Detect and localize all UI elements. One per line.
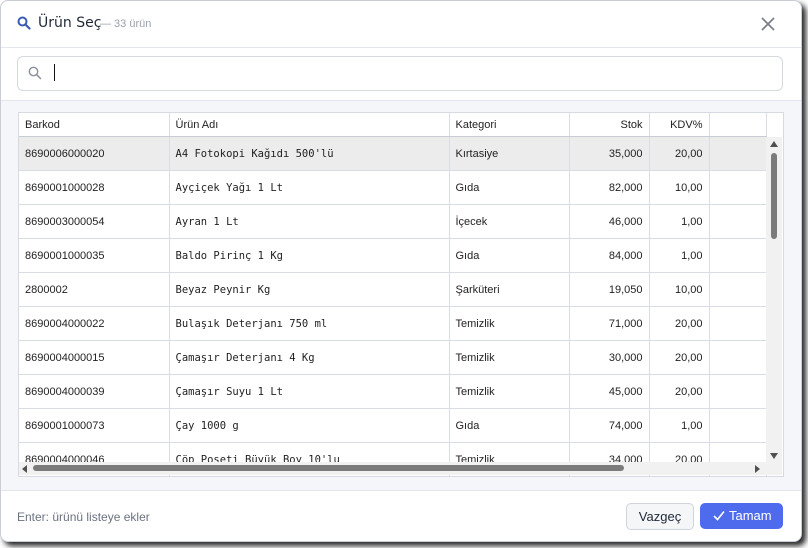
scroll-up-arrow-icon[interactable] bbox=[770, 141, 778, 147]
ok-button-label: Tamam bbox=[729, 508, 772, 523]
cell-filler bbox=[709, 170, 767, 205]
cell-vat: 1,00 bbox=[649, 204, 710, 239]
cell-product-name: Ayran 1 Lt bbox=[169, 204, 450, 239]
column-header-filler bbox=[709, 113, 767, 137]
cell-barcode: 8690003000054 bbox=[19, 204, 170, 239]
table-row[interactable]: 8690001000073 Çay 1000 g Gıda 74,000 1,00 bbox=[19, 408, 767, 443]
cell-barcode: 8690004000022 bbox=[19, 306, 170, 341]
dialog-title: Ürün Seç bbox=[38, 15, 102, 31]
table-header-row: Barkod Ürün Adı Kategori Stok KDV% bbox=[19, 113, 767, 137]
cell-stock: 84,000 bbox=[569, 238, 650, 273]
scroll-left-arrow-icon[interactable] bbox=[22, 465, 27, 473]
search-icon bbox=[28, 66, 42, 80]
horizontal-scroll-thumb[interactable] bbox=[33, 465, 624, 471]
product-count: — 33 ürün bbox=[100, 18, 152, 30]
cell-category: Gıda bbox=[449, 170, 570, 205]
scroll-down-arrow-icon[interactable] bbox=[770, 453, 778, 459]
column-header-stock[interactable]: Stok bbox=[569, 113, 650, 137]
cell-product-name: A4 Fotokopi Kağıdı 500'lü bbox=[169, 136, 450, 171]
cell-stock: 74,000 bbox=[569, 408, 650, 443]
cell-product-name: Baldo Pirinç 1 Kg bbox=[169, 238, 450, 273]
table-row[interactable]: 8690006000020 A4 Fotokopi Kağıdı 500'lü Kı… bbox=[19, 136, 767, 171]
product-grid[interactable]: Barkod Ürün Adı Kategori Stok KDV% 86900… bbox=[18, 112, 784, 477]
cell-filler bbox=[709, 272, 767, 307]
cell-barcode: 2800002 bbox=[19, 272, 170, 307]
cell-vat: 20,00 bbox=[649, 136, 710, 171]
column-header-barcode[interactable]: Barkod bbox=[19, 113, 170, 137]
cell-stock: 45,000 bbox=[569, 374, 650, 409]
cell-filler bbox=[709, 136, 767, 171]
cell-filler bbox=[709, 374, 767, 409]
cell-filler bbox=[709, 306, 767, 341]
keyboard-hint: Enter: ürünü listeye ekler bbox=[17, 510, 150, 524]
cell-category: Kırtasiye bbox=[449, 136, 570, 171]
cell-stock: 71,000 bbox=[569, 306, 650, 341]
cell-barcode: 8690001000035 bbox=[19, 238, 170, 273]
cell-filler bbox=[709, 408, 767, 443]
column-header-vat[interactable]: KDV% bbox=[649, 113, 710, 137]
cell-product-name: Çay 1000 g bbox=[169, 408, 450, 443]
search-box bbox=[17, 56, 783, 91]
product-select-dialog: Ürün Seç — 33 ürün Barkod Ürün Adı Kateg… bbox=[0, 0, 802, 542]
cell-product-name: Ayçiçek Yağı 1 Lt bbox=[169, 170, 450, 205]
cell-barcode: 8690006000020 bbox=[19, 136, 170, 171]
cell-stock: 35,000 bbox=[569, 136, 650, 171]
cell-product-name: Çamaşır Suyu 1 Lt bbox=[169, 374, 450, 409]
cell-filler bbox=[709, 238, 767, 273]
dialog-footer: Enter: ürünü listeye ekler Vazgeç Tamam bbox=[1, 490, 801, 541]
cell-category: Gıda bbox=[449, 238, 570, 273]
horizontal-scrollbar[interactable] bbox=[19, 462, 766, 475]
table-row[interactable]: 8690004000039 Çamaşır Suyu 1 Lt Temizlik 45… bbox=[19, 374, 767, 409]
cell-category: Temizlik bbox=[449, 306, 570, 341]
cell-filler bbox=[709, 340, 767, 375]
search-icon bbox=[17, 16, 31, 30]
table-row[interactable]: 8690003000054 Ayran 1 Lt İçecek 46,000 1,00 bbox=[19, 204, 767, 239]
cell-category: Temizlik bbox=[449, 374, 570, 409]
close-icon[interactable] bbox=[758, 14, 778, 34]
table-row[interactable]: 2800002 Beyaz Peynir Kg Şarküteri 19,050 10,… bbox=[19, 272, 767, 307]
vertical-scrollbar[interactable] bbox=[766, 137, 782, 462]
cell-barcode: 8690004000039 bbox=[19, 374, 170, 409]
cell-product-name: Beyaz Peynir Kg bbox=[169, 272, 450, 307]
scrollbar-corner bbox=[766, 462, 782, 475]
table-row[interactable]: 8690004000015 Çamaşır Deterjanı 4 Kg Temiz… bbox=[19, 340, 767, 375]
cell-category: Gıda bbox=[449, 408, 570, 443]
cell-vat: 20,00 bbox=[649, 306, 710, 341]
vertical-scroll-thumb[interactable] bbox=[771, 153, 777, 239]
cell-vat: 1,00 bbox=[649, 238, 710, 273]
search-input[interactable] bbox=[52, 61, 776, 87]
table-row[interactable]: 8690001000028 Ayçiçek Yağı 1 Lt Gıda 82,000… bbox=[19, 170, 767, 205]
cancel-button[interactable]: Vazgeç bbox=[626, 503, 694, 530]
cell-barcode: 8690001000073 bbox=[19, 408, 170, 443]
product-table: Barkod Ürün Adı Kategori Stok KDV% 86900… bbox=[19, 113, 767, 476]
cell-stock: 82,000 bbox=[569, 170, 650, 205]
cell-vat: 1,00 bbox=[649, 408, 710, 443]
cell-vat: 10,00 bbox=[649, 272, 710, 307]
cell-product-name: Bulaşık Deterjanı 750 ml bbox=[169, 306, 450, 341]
cell-barcode: 8690004000015 bbox=[19, 340, 170, 375]
cell-category: Temizlik bbox=[449, 340, 570, 375]
column-header-product-name[interactable]: Ürün Adı bbox=[169, 113, 450, 137]
table-row[interactable]: 8690001000035 Baldo Pirinç 1 Kg Gıda 84,000… bbox=[19, 238, 767, 273]
scroll-right-arrow-icon[interactable] bbox=[755, 465, 760, 473]
cell-vat: 20,00 bbox=[649, 340, 710, 375]
cell-product-name: Çamaşır Deterjanı 4 Kg bbox=[169, 340, 450, 375]
cell-category: Şarküteri bbox=[449, 272, 570, 307]
cell-barcode: 8690001000028 bbox=[19, 170, 170, 205]
cell-filler bbox=[709, 204, 767, 239]
cell-stock: 30,000 bbox=[569, 340, 650, 375]
cell-vat: 20,00 bbox=[649, 374, 710, 409]
cell-category: İçecek bbox=[449, 204, 570, 239]
column-header-category[interactable]: Kategori bbox=[449, 113, 570, 137]
check-icon bbox=[713, 510, 725, 521]
cell-stock: 19,050 bbox=[569, 272, 650, 307]
dialog-titlebar: Ürün Seç — 33 ürün bbox=[1, 1, 801, 48]
text-cursor bbox=[54, 64, 55, 81]
cell-stock: 46,000 bbox=[569, 204, 650, 239]
cell-vat: 10,00 bbox=[649, 170, 710, 205]
table-row[interactable]: 8690004000022 Bulaşık Deterjanı 750 ml Tem… bbox=[19, 306, 767, 341]
ok-button[interactable]: Tamam bbox=[700, 503, 783, 529]
